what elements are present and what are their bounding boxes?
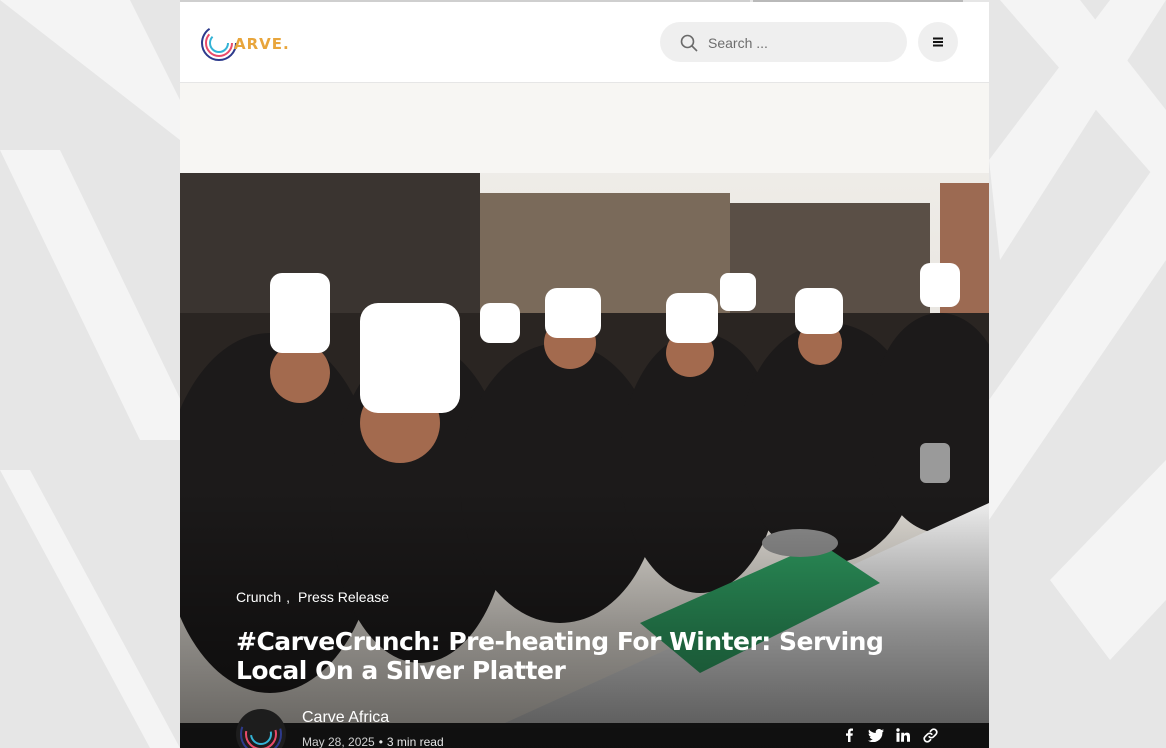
site-logo[interactable]: ARVE. [200,22,289,64]
hero-feature[interactable]: Crunch, Press Release #CarveCrunch: Pre-h… [180,83,989,748]
avatar[interactable] [236,709,286,748]
post-categories: Crunch, Press Release [236,589,389,605]
post-meta: May 28, 2025 • 3 min read [302,735,444,748]
category-link-crunch[interactable]: Crunch [236,589,281,605]
link-icon[interactable] [922,727,938,743]
twitter-icon[interactable] [868,727,884,743]
search-box[interactable] [660,22,907,64]
site-header: ARVE. [180,2,989,82]
linkedin-icon[interactable] [895,727,911,743]
post-title[interactable]: #CarveCrunch: Pre-heating For Winter: Se… [236,627,956,685]
facebook-icon[interactable] [841,727,857,743]
category-link-press-release[interactable]: Press Release [298,589,389,605]
author-row: Carve Africa May 28, 2025 • 3 min read [236,707,938,748]
post-date: May 28, 2025 [302,735,375,748]
category-separator: , [286,589,291,605]
read-time: 3 min read [386,735,444,748]
logo-wordmark: ARVE. [234,35,290,53]
avatar-logo-icon [240,713,282,748]
menu-button[interactable] [918,22,958,62]
share-links [841,727,938,743]
meta-dot: • [378,735,383,748]
search-input[interactable] [706,22,900,64]
hamburger-icon [933,37,943,47]
page-container: ARVE. Search ... Crunch , Press Release … [180,0,989,748]
author-name[interactable]: Carve Africa [302,709,389,727]
search-icon [680,34,698,52]
